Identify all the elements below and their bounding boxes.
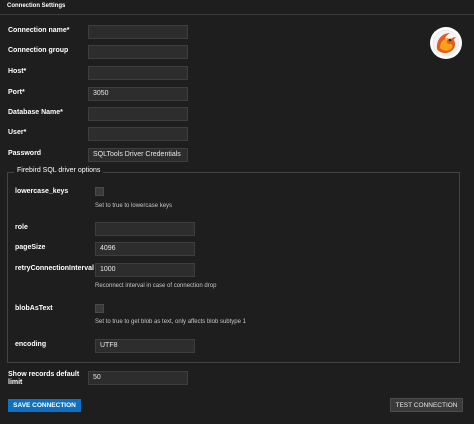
host-label: Host* [8, 68, 27, 75]
blob-as-text-label: blobAsText [15, 305, 53, 312]
retry-interval-hint: Reconnect interval in case of connection… [95, 283, 217, 289]
database-name-input[interactable] [88, 107, 188, 121]
retry-interval-label: retryConnectionInterval [15, 265, 94, 272]
header-divider [0, 14, 474, 15]
port-input[interactable]: 3050 [88, 87, 188, 101]
save-connection-button[interactable]: SAVE CONNECTION [8, 399, 81, 412]
page-title: Connection Settings [7, 3, 66, 9]
records-limit-label-line2: limit [8, 379, 23, 386]
database-name-label: Database Name* [8, 109, 63, 116]
lowercase-keys-checkbox[interactable] [95, 187, 104, 196]
connection-group-label: Connection group [8, 47, 69, 54]
password-label: Password [8, 150, 42, 157]
retry-interval-input[interactable]: 1000 [95, 263, 195, 277]
connection-name-label: Connection name* [8, 27, 70, 34]
records-limit-label: Show records default limit [8, 371, 79, 386]
page-size-label: pageSize [15, 244, 46, 251]
role-label: role [15, 224, 28, 231]
user-input[interactable] [88, 127, 188, 141]
lowercase-keys-label: lowercase_keys [15, 188, 69, 195]
host-input[interactable] [88, 66, 188, 80]
role-input[interactable] [95, 222, 195, 236]
connection-name-input[interactable] [88, 25, 188, 39]
password-mode-select[interactable]: SQLTools Driver Credentials [88, 148, 188, 162]
blob-as-text-hint: Set to true to get blob as text, only af… [95, 319, 246, 325]
records-limit-input[interactable]: 50 [88, 371, 188, 385]
records-limit-label-line1: Show records default [8, 371, 80, 378]
firebird-logo-icon [428, 25, 464, 61]
blob-as-text-checkbox[interactable] [95, 304, 104, 313]
connection-group-input[interactable] [88, 45, 188, 59]
lowercase-keys-hint: Set to true to lowercase keys [95, 203, 173, 209]
port-label: Port* [8, 89, 25, 96]
encoding-label: encoding [15, 341, 47, 348]
driver-options-legend: Firebird SQL driver options [14, 167, 104, 174]
encoding-input[interactable]: UTF8 [95, 339, 195, 353]
page-size-input[interactable]: 4096 [95, 242, 195, 256]
test-connection-button[interactable]: TEST CONNECTION [390, 398, 463, 412]
user-label: User* [8, 129, 27, 136]
